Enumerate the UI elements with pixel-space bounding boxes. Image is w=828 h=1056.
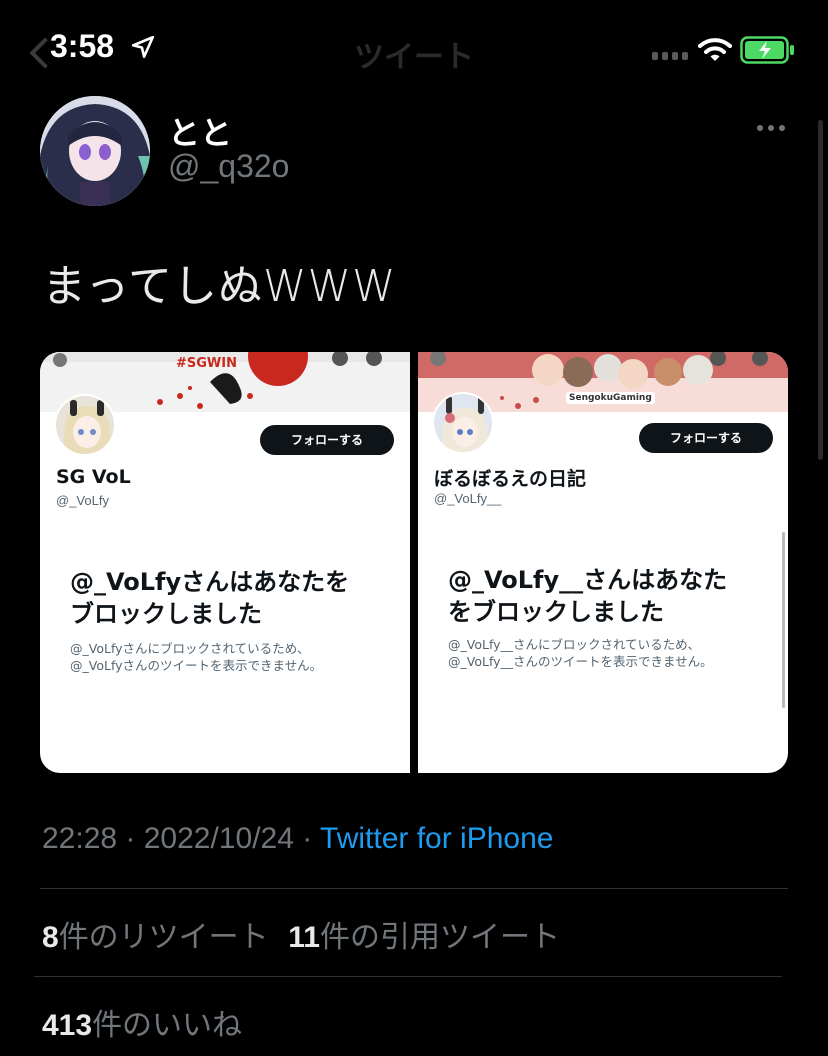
tweet-time: 22:28 [42, 822, 118, 855]
follow-button[interactable]: フォローする [260, 425, 394, 455]
author-handle[interactable]: @_q32o [168, 148, 289, 185]
like-count[interactable]: 413 [42, 1009, 92, 1042]
location-arrow-icon [131, 35, 155, 59]
page-scrollbar[interactable] [818, 120, 823, 460]
status-time: 3:58 [50, 28, 115, 64]
divider [34, 976, 782, 977]
profile-name: ぼるぼるえの日記 [434, 468, 587, 490]
profile-avatar [432, 392, 494, 454]
like-label[interactable]: 件のいいね [92, 1008, 242, 1043]
scroll-indicator [782, 532, 785, 708]
meta-separator: · [117, 822, 144, 855]
tweet-text: まってしぬWWW [42, 261, 397, 312]
quote-label[interactable]: 件の引用ツイート [320, 920, 560, 955]
battery-charging-icon [740, 36, 794, 64]
tweet-image-2[interactable]: SengokuGaming フォローする ぼるぼるえの日記 @_VoLfy__ … [418, 352, 788, 773]
follow-button[interactable]: フォローする [639, 423, 773, 453]
retweet-count[interactable]: 8 [42, 921, 59, 954]
profile-avatar [54, 394, 116, 456]
retweet-stats: 8件のリツイート 11件の引用ツイート [42, 912, 560, 956]
retweet-label[interactable]: 件のリツイート [59, 920, 269, 955]
profile-handle: @_VoLfy [56, 493, 109, 508]
profile-handle: @_VoLfy__ [434, 491, 502, 506]
status-bar: ツイート 3:58 [0, 0, 828, 100]
blocked-title: @_VoLfy__さんはあなた をブロックしました [448, 566, 728, 626]
profile-name: SG VoL [56, 466, 131, 488]
banner-hashtag: #SGWIN [176, 356, 237, 371]
like-stats: 413件のいいね [42, 1000, 242, 1044]
more-horizontal-icon[interactable] [756, 124, 786, 132]
tweet-date: 2022/10/24 [143, 822, 294, 855]
tweet-meta: 22:28 · 2022/10/24 · Twitter for iPhone [42, 822, 553, 856]
quote-count[interactable]: 11 [288, 921, 320, 954]
blocked-title: @_VoLfyさんはあなたを ブロックしました [70, 568, 350, 628]
blocked-subtext: @_VoLfy__さんにブロックされているため、 @_VoLfy__さんのツイー… [448, 637, 713, 669]
meta-separator: · [293, 822, 321, 855]
wifi-icon [698, 38, 732, 61]
tweet-source-link[interactable]: Twitter for iPhone [320, 822, 553, 855]
banner-text: SengokuGaming [566, 392, 655, 404]
blocked-subtext: @_VoLfyさんにブロックされているため、 @_VoLfyさんのツイートを表示… [70, 641, 323, 673]
author-avatar[interactable] [40, 96, 150, 206]
tweet-image-1[interactable]: #SGWIN フォローする SG VoL @_VoLfy @_VoLfyさんはあ… [40, 352, 410, 773]
divider [40, 888, 788, 889]
cellular-signal-icon [652, 52, 688, 60]
